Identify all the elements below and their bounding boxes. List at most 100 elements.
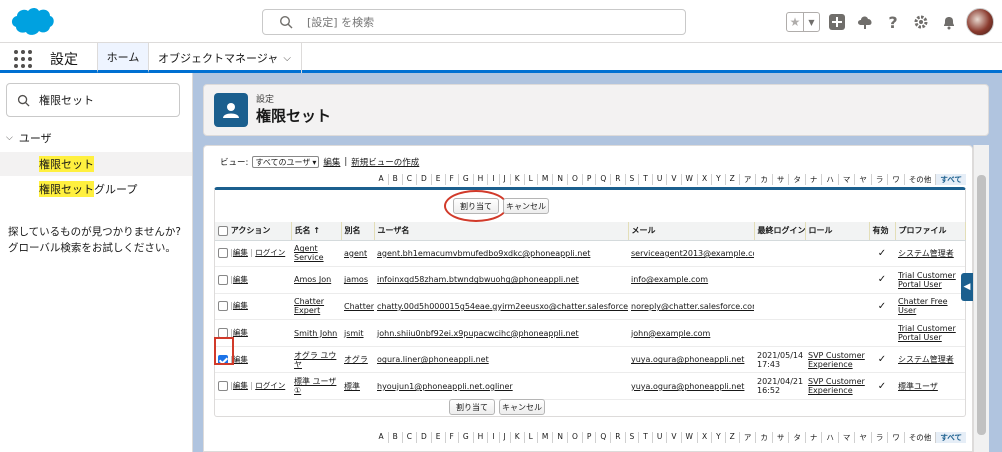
row-checkbox[interactable] [218,274,228,285]
alphabet-filter-item[interactable]: W [680,432,697,443]
profile-link[interactable]: Trial Customer Portal User [895,319,965,347]
alphabet-filter-item[interactable]: N [552,174,567,185]
user-name-link[interactable]: オグラ ユウヤ [291,346,341,374]
profile-link[interactable]: Trial Customer Portal User [895,266,965,294]
alphabet-filter-item[interactable]: マ [837,432,855,443]
user-avatar[interactable] [966,8,994,36]
alphabet-filter-item[interactable]: Z [724,432,739,443]
alphabet-filter-item[interactable]: ワ [887,174,904,185]
alphabet-filter-item[interactable]: ア [738,174,756,185]
column-header-last-login[interactable]: 最終ログイン [754,222,806,241]
row-checkbox[interactable] [218,381,228,392]
cancel-button-bottom[interactable]: キャンセル [499,399,545,415]
alphabet-filter-item[interactable]: K [509,432,524,443]
email-link[interactable]: info@example.com [628,266,754,294]
alphabet-filter-item[interactable]: U [651,432,667,443]
alphabet-filter-item[interactable]: タ [788,174,805,185]
role-link[interactable] [805,293,869,321]
quickfind-box[interactable] [6,83,180,117]
alphabet-filter-item[interactable]: T [638,432,652,443]
role-link[interactable] [805,266,869,294]
favorite-star-icon[interactable]: ★ [787,13,803,31]
scrollbar[interactable] [973,145,989,452]
user-name-link[interactable]: Amos Jon [291,266,341,294]
tab-home[interactable]: ホーム [97,43,149,73]
alphabet-filter-item[interactable]: ラ [870,432,888,443]
alphabet-filter-item[interactable]: R [610,174,624,185]
global-actions-plus-icon[interactable] [826,11,848,33]
alphabet-filter-item[interactable]: その他 [903,174,936,185]
alphabet-filter-item[interactable]: O [566,432,582,443]
edit-link[interactable]: 編集 [233,381,248,390]
quickfind-input[interactable] [39,91,169,109]
alphabet-filter-item[interactable]: K [509,174,524,185]
view-select[interactable]: すべてのユーザ ▾ [252,156,320,168]
assign-button-bottom[interactable]: 割り当て [449,399,495,415]
scrollbar-thumb[interactable] [977,175,986,435]
collapse-panel-icon[interactable]: ◀ [961,273,973,301]
alphabet-filter-item[interactable]: Z [724,174,739,185]
cancel-button[interactable]: キャンセル [503,198,549,214]
global-search-input[interactable] [307,13,667,31]
profile-link[interactable]: Chatter Free User [895,293,965,321]
profile-link[interactable]: システム管理者 [895,240,965,268]
alphabet-filter-item[interactable]: F [444,432,458,443]
alphabet-filter-item[interactable]: E [430,432,445,443]
alphabet-filter-item[interactable]: A [374,432,387,443]
alphabet-filter-item[interactable]: L [523,174,537,185]
alphabet-filter-item[interactable]: Q [595,174,610,185]
profile-link[interactable]: 標準ユーザ [895,372,965,401]
select-all-checkbox[interactable] [218,225,228,236]
alphabet-filter-item[interactable]: V [666,432,680,443]
alphabet-filter-item[interactable]: E [430,174,445,185]
alphabet-filter-item[interactable]: サ [771,174,789,185]
role-link[interactable]: SVP Customer Experience [805,372,869,401]
edit-link[interactable]: 編集 [233,328,248,337]
alphabet-filter-item[interactable]: ヤ [854,174,871,185]
alphabet-filter-item[interactable]: すべて [935,432,966,443]
alphabet-filter-item[interactable]: S [624,174,639,185]
role-link[interactable] [805,240,869,268]
alphabet-filter-item[interactable]: O [566,174,582,185]
assign-button[interactable]: 割り当て [453,198,499,214]
alphabet-filter-item[interactable]: ハ [821,432,838,443]
alphabet-filter-item[interactable]: T [638,174,652,185]
alphabet-filter-item[interactable]: C [401,174,416,185]
chevron-down-icon[interactable]: ⌵ [283,53,291,64]
user-name-link[interactable]: Agent Service [291,240,341,268]
alphabet-filter-item[interactable]: B [387,432,402,443]
alphabet-filter-item[interactable]: M [536,174,552,185]
trailhead-icon[interactable] [854,11,876,33]
column-header-username[interactable]: ユーザ名 [374,222,629,241]
alphabet-filter-item[interactable]: X [696,432,711,443]
profile-link[interactable]: システム管理者 [895,346,965,374]
email-link[interactable]: yuya.ogura@phoneappli.net [628,372,754,401]
notifications-bell-icon[interactable] [938,11,960,33]
alphabet-filter-item[interactable]: V [666,174,680,185]
alphabet-filter-item[interactable]: Y [711,174,725,185]
alphabet-filter-item[interactable]: H [472,432,488,443]
alphabet-filter-item[interactable]: W [680,174,697,185]
user-name-link[interactable]: Chatter Expert [291,293,341,321]
alphabet-filter-item[interactable]: H [472,174,488,185]
login-link[interactable]: ログイン [255,381,285,390]
alphabet-filter-item[interactable]: A [374,174,387,185]
alphabet-filter-item[interactable]: ワ [887,432,904,443]
alphabet-filter-item[interactable]: Q [595,432,610,443]
email-link[interactable]: yuya.ogura@phoneappli.net [628,346,754,374]
alphabet-filter-item[interactable]: ナ [804,174,822,185]
edit-link[interactable]: 編集 [233,301,248,310]
alphabet-filter-item[interactable]: その他 [903,432,936,443]
alphabet-filter-item[interactable]: N [552,432,567,443]
column-header-alias[interactable]: 別名 [341,222,375,241]
email-link[interactable]: noreply@chatter.salesforce.com [628,293,754,321]
edit-link[interactable]: 編集 [233,275,248,284]
alphabet-filter-item[interactable]: M [536,432,552,443]
alphabet-filter-item[interactable]: カ [755,174,772,185]
column-header-active[interactable]: 有効 [869,222,896,241]
alphabet-filter-item[interactable]: ナ [804,432,822,443]
alphabet-filter-item[interactable]: タ [788,432,805,443]
alphabet-filter-item[interactable]: カ [755,432,772,443]
alphabet-filter-item[interactable]: P [581,432,596,443]
alphabet-filter-item[interactable]: I [487,432,498,443]
